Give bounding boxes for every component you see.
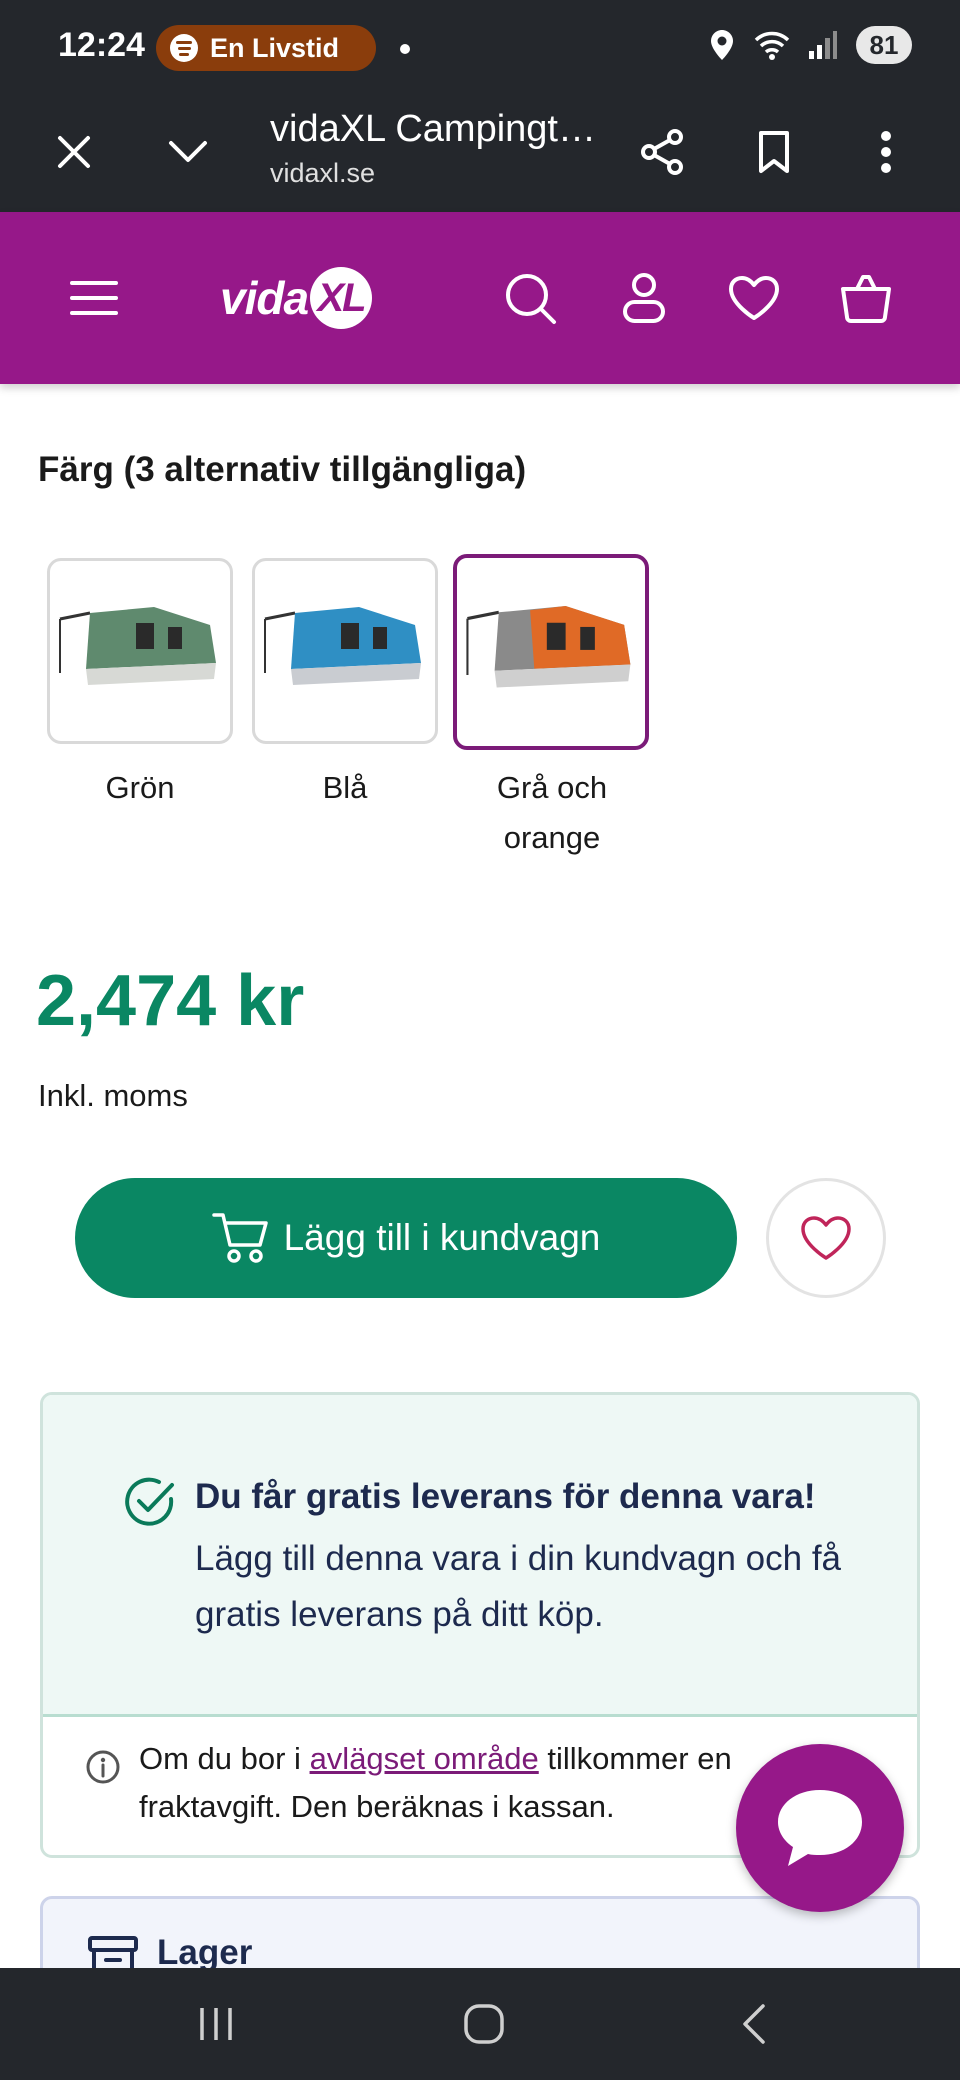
page-title: vidaXL Campingt… (270, 108, 596, 150)
account-button[interactable] (610, 264, 678, 332)
color-swatch-blue[interactable] (252, 558, 438, 744)
user-icon (623, 273, 665, 323)
vidaxl-logo[interactable]: vida XL (220, 262, 373, 334)
menu-button[interactable] (60, 264, 128, 332)
location-icon (711, 30, 733, 60)
heart-icon (729, 276, 779, 320)
notification-dot-icon (400, 44, 410, 54)
shopping-cart-icon (211, 1213, 268, 1263)
wishlist-button[interactable] (720, 264, 788, 332)
status-time: 12:24 (58, 26, 145, 64)
minimize-button[interactable] (156, 120, 220, 184)
chat-button[interactable] (736, 1744, 904, 1912)
remote-area-prefix: Om du bor i (139, 1741, 310, 1776)
add-to-cart-button[interactable]: Lägg till i kundvagn (75, 1178, 737, 1298)
media-pill[interactable]: En Livstid (156, 25, 376, 71)
signal-icon (809, 31, 837, 59)
heart-icon (801, 1216, 851, 1260)
logo-badge: XL (310, 267, 373, 329)
chat-bubble-icon (778, 1790, 862, 1866)
back-icon (743, 2004, 765, 2044)
bookmark-button[interactable] (742, 120, 806, 184)
add-to-cart-label: Lägg till i kundvagn (283, 1217, 601, 1258)
more-options-button[interactable] (854, 120, 918, 184)
home-icon (464, 2004, 504, 2044)
close-icon (58, 136, 90, 168)
close-tab-button[interactable] (42, 120, 106, 184)
spotify-icon (170, 34, 198, 62)
check-circle-icon (125, 1477, 174, 1526)
color-label-grey-orange: Grå och orange (496, 770, 608, 855)
battery-indicator: 81 (856, 26, 912, 64)
media-pill-label: En Livstid (210, 32, 340, 63)
back-button[interactable] (724, 1996, 784, 2052)
recent-apps-icon (200, 2008, 232, 2040)
hamburger-menu-icon (70, 281, 118, 315)
search-icon (506, 274, 556, 324)
color-heading: Färg (3 alternativ tillgängliga) (38, 450, 527, 489)
status-icons: 81 (708, 26, 912, 64)
basket-icon (841, 275, 891, 323)
tent-image (466, 606, 631, 688)
remote-area-note: Om du bor i avlägset område tillkommer e… (139, 1735, 839, 1831)
search-button[interactable] (496, 264, 564, 332)
free-delivery-banner: Du får gratis leverans för denna vara! L… (43, 1395, 917, 1717)
status-bar: 12:24 En Livstid 81 (0, 0, 960, 96)
color-label-blue: Blå (322, 770, 368, 805)
color-swatch-grey-orange[interactable] (453, 554, 649, 750)
info-icon (86, 1750, 120, 1784)
add-to-wishlist-button[interactable] (766, 1178, 886, 1298)
remote-area-link[interactable]: avlägset område (310, 1741, 539, 1776)
site-header: vida XL (0, 212, 960, 384)
share-button[interactable] (630, 120, 694, 184)
share-icon (641, 129, 683, 175)
tent-image (59, 607, 216, 685)
free-delivery-title: Du får gratis leverans för denna vara! (195, 1477, 816, 1516)
chevron-down-icon (169, 141, 207, 162)
color-label-green: Grön (105, 770, 175, 805)
system-nav-bar (0, 1968, 960, 2080)
logo-text: vida (220, 272, 309, 324)
vat-note: Inkl. moms (38, 1078, 188, 1113)
cart-button[interactable] (832, 264, 900, 332)
more-vertical-icon (881, 131, 891, 173)
page-domain: vidaxl.se (270, 158, 376, 188)
browser-toolbar: vidaXL Campingt… vidaxl.se (0, 96, 960, 212)
product-price: 2,474 kr (36, 961, 305, 1041)
home-button[interactable] (454, 1996, 514, 2052)
free-delivery-text: Lägg till denna vara i din kundvagn och … (195, 1539, 842, 1634)
wifi-icon (754, 31, 790, 60)
bookmark-icon (759, 131, 789, 173)
color-swatch-green[interactable] (47, 558, 233, 744)
stock-label: Lager (157, 1933, 253, 1972)
recent-apps-button[interactable] (186, 1996, 246, 2052)
tent-image (264, 607, 421, 685)
